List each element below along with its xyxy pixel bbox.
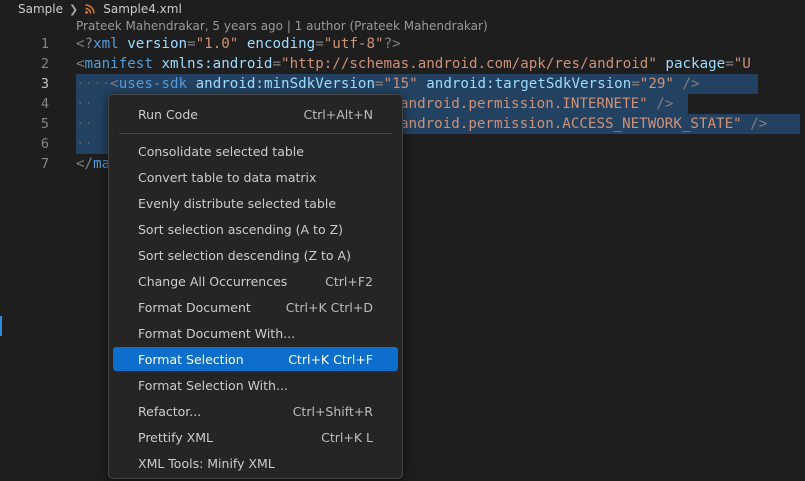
code-text: </ma — [76, 156, 111, 172]
code-text: ·· — [76, 136, 94, 152]
menu-item-convert-table[interactable]: Convert table to data matrix — [113, 165, 398, 189]
code-text: <?xml version="1.0" encoding="utf-8"?> — [76, 36, 401, 52]
menu-item-prettify-xml[interactable]: Prettify XML Ctrl+K L — [113, 425, 398, 449]
codelens-blame[interactable]: Prateek Mahendrakar, 5 years ago | 1 aut… — [76, 19, 488, 33]
menu-item-refactor[interactable]: Refactor... Ctrl+Shift+R — [113, 399, 398, 423]
code-text-partial: android.permission.ACCESS_NETWORK_STATE"… — [400, 116, 768, 132]
menu-item-run-code[interactable]: Run Code Ctrl+Alt+N — [113, 102, 398, 126]
menu-item-consolidate-table[interactable]: Consolidate selected table — [113, 139, 398, 163]
menu-item-sort-ascending[interactable]: Sort selection ascending (A to Z) — [113, 217, 398, 241]
menu-item-format-selection[interactable]: Format Selection Ctrl+K Ctrl+F — [113, 347, 398, 371]
menu-item-format-document-with[interactable]: Format Document With... — [113, 321, 398, 345]
rss-icon — [85, 4, 95, 14]
line-number: 1 — [40, 36, 49, 52]
line-number: 3 — [40, 76, 49, 92]
chevron-right-icon: ❯ — [69, 2, 79, 16]
menu-item-sort-descending[interactable]: Sort selection descending (Z to A) — [113, 243, 398, 267]
menu-item-format-selection-with[interactable]: Format Selection With... — [113, 373, 398, 397]
line-number: 7 — [40, 156, 49, 172]
context-menu[interactable]: Run Code Ctrl+Alt+N Consolidate selected … — [108, 94, 403, 479]
breadcrumb-folder[interactable]: Sample — [18, 2, 63, 16]
code-text: <manifest xmlns:android="http://schemas.… — [76, 56, 751, 72]
line-number: 4 — [40, 96, 49, 112]
line-number: 2 — [40, 56, 49, 72]
menu-item-minify-xml[interactable]: XML Tools: Minify XML — [113, 451, 398, 475]
menu-separator — [119, 133, 392, 134]
breadcrumb-file[interactable]: Sample4.xml — [103, 2, 182, 16]
code-text: ·· — [76, 96, 94, 112]
menu-item-distribute-table[interactable]: Evenly distribute selected table — [113, 191, 398, 215]
breadcrumb: Sample ❯ Sample4.xml — [0, 0, 805, 18]
code-text-partial: android.permission.INTERNETE" /> — [400, 96, 674, 112]
line-number: 6 — [40, 136, 49, 152]
menu-item-change-all-occurrences[interactable]: Change All Occurrences Ctrl+F2 — [113, 269, 398, 293]
code-line: 3 ····<uses-sdk android:minSdkVersion="1… — [0, 74, 805, 94]
line-number: 5 — [40, 116, 49, 132]
code-line: 1 <?xml version="1.0" encoding="utf-8"?> — [0, 34, 805, 54]
menu-item-format-document[interactable]: Format Document Ctrl+K Ctrl+D — [113, 295, 398, 319]
code-text: ····<uses-sdk android:minSdkVersion="15"… — [76, 76, 700, 92]
gutter-marker — [0, 316, 2, 336]
code-text: ·· — [76, 116, 94, 132]
code-line: 2 <manifest xmlns:android="http://schema… — [0, 54, 805, 74]
